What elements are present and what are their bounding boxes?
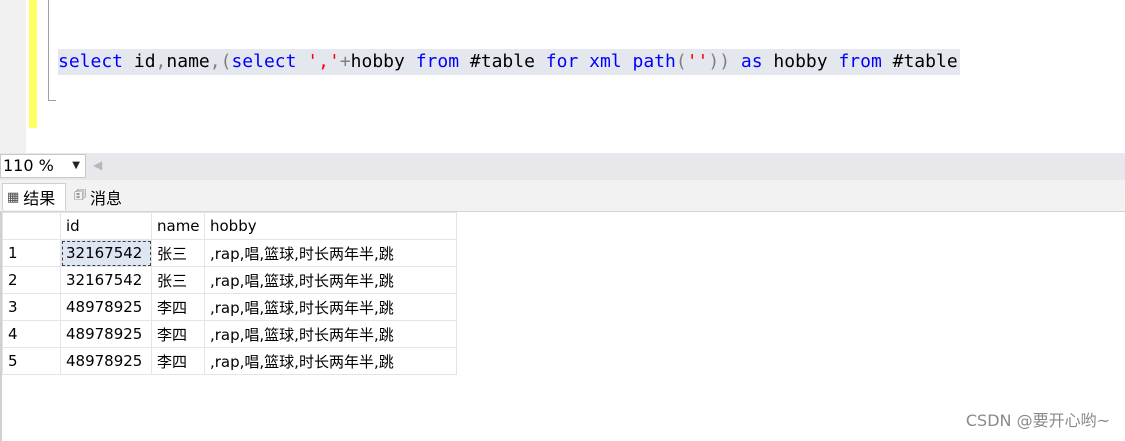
id-cell[interactable]: 48978925	[60, 293, 152, 321]
table-row[interactable]: 5 48978925 李四 ,rap,唱,篮球,时长两年半,跳	[2, 347, 457, 375]
id-cell[interactable]: 32167542	[60, 266, 152, 294]
name-cell[interactable]: 李四	[151, 320, 205, 348]
tab-results[interactable]: ▦ 结果	[2, 183, 66, 210]
column-header-id[interactable]: id	[60, 212, 152, 240]
sql-token: name	[166, 51, 210, 72]
row-number-cell[interactable]: 5	[2, 347, 61, 375]
hobby-cell[interactable]: ,rap,唱,篮球,时长两年半,跳	[204, 266, 457, 294]
table-row[interactable]: 4 48978925 李四 ,rap,唱,篮球,时长两年半,跳	[2, 320, 457, 348]
scroll-left-icon[interactable]: ◀	[93, 158, 102, 172]
sql-token: hobby	[762, 51, 839, 72]
sql-token: id	[123, 51, 156, 72]
sql-token: from	[415, 51, 460, 72]
sql-code-line[interactable]: select id,name,(select ','+hobby from #t…	[58, 49, 960, 75]
id-cell[interactable]: 48978925	[60, 320, 152, 348]
outline-line-end	[48, 100, 56, 101]
sql-token: ,	[155, 51, 167, 72]
row-number-cell[interactable]: 3	[2, 293, 61, 321]
sql-token: select	[58, 51, 124, 72]
row-number-cell[interactable]: 1	[2, 239, 61, 267]
zoom-bar: 110 % ▼ ◀	[0, 153, 1125, 180]
column-header-name[interactable]: name	[151, 212, 205, 240]
sql-token: as	[740, 51, 763, 72]
sql-token: ,(	[209, 51, 232, 72]
zoom-level-select[interactable]: 110 % ▼	[0, 154, 86, 178]
table-row[interactable]: 2 32167542 张三 ,rap,唱,篮球,时长两年半,跳	[2, 266, 457, 294]
sql-token: hobby	[350, 51, 416, 72]
name-cell[interactable]: 李四	[151, 293, 205, 321]
hobby-cell[interactable]: ,rap,唱,篮球,时长两年半,跳	[204, 347, 457, 375]
tab-results-label: 结果	[23, 189, 56, 208]
row-number-cell[interactable]: 4	[2, 320, 61, 348]
sql-token: select	[231, 51, 297, 72]
id-cell[interactable]: 32167542	[60, 239, 152, 267]
results-grid-pane: id name hobby 1 32167542 张三 ,rap,唱,篮球,时长…	[0, 212, 1125, 441]
chevron-down-icon[interactable]: ▼	[72, 155, 80, 177]
sql-token: +	[339, 51, 351, 72]
sql-token: from	[838, 51, 882, 72]
hobby-cell[interactable]: ,rap,唱,篮球,时长两年半,跳	[204, 320, 457, 348]
name-cell[interactable]: 张三	[151, 266, 205, 294]
row-number-header[interactable]	[2, 212, 61, 240]
tab-messages[interactable]: 🗊 消息	[70, 183, 142, 210]
column-header-hobby[interactable]: hobby	[204, 212, 457, 240]
zoom-level-value: 110 %	[3, 156, 54, 175]
sql-token: ))	[708, 51, 741, 72]
editor-gutter	[0, 0, 26, 153]
sql-token: path	[632, 51, 676, 72]
sql-token: #table	[881, 51, 958, 72]
grid-icon: ▦	[7, 189, 20, 205]
id-cell[interactable]: 48978925	[60, 347, 152, 375]
table-header-row: id name hobby	[2, 212, 457, 240]
change-indicator-bar	[29, 0, 37, 128]
sql-token: (	[675, 51, 687, 72]
watermark: CSDN @要开心哟~	[965, 411, 1110, 430]
query-editor[interactable]: select id,name,(select ','+hobby from #t…	[0, 0, 1125, 153]
sql-token: for	[545, 51, 579, 72]
results-tab-bar: ▦ 结果 🗊 消息	[0, 180, 1125, 212]
table-row[interactable]: 3 48978925 李四 ,rap,唱,篮球,时长两年半,跳	[2, 293, 457, 321]
tab-messages-label: 消息	[90, 188, 123, 208]
table-row[interactable]: 1 32167542 张三 ,rap,唱,篮球,时长两年半,跳	[2, 239, 457, 267]
sql-token: ''	[686, 51, 709, 72]
row-number-cell[interactable]: 2	[2, 266, 61, 294]
name-cell[interactable]: 李四	[151, 347, 205, 375]
name-cell[interactable]: 张三	[151, 239, 205, 267]
results-table: id name hobby 1 32167542 张三 ,rap,唱,篮球,时长…	[2, 212, 457, 375]
hobby-cell[interactable]: ,rap,唱,篮球,时长两年半,跳	[204, 293, 457, 321]
message-icon: 🗊	[74, 187, 87, 203]
sql-token: xml	[589, 51, 622, 72]
hobby-cell[interactable]: ,rap,唱,篮球,时长两年半,跳	[204, 239, 457, 267]
sql-token: ','	[296, 51, 340, 72]
outline-line	[48, 0, 49, 101]
sql-token: #table	[459, 51, 546, 72]
